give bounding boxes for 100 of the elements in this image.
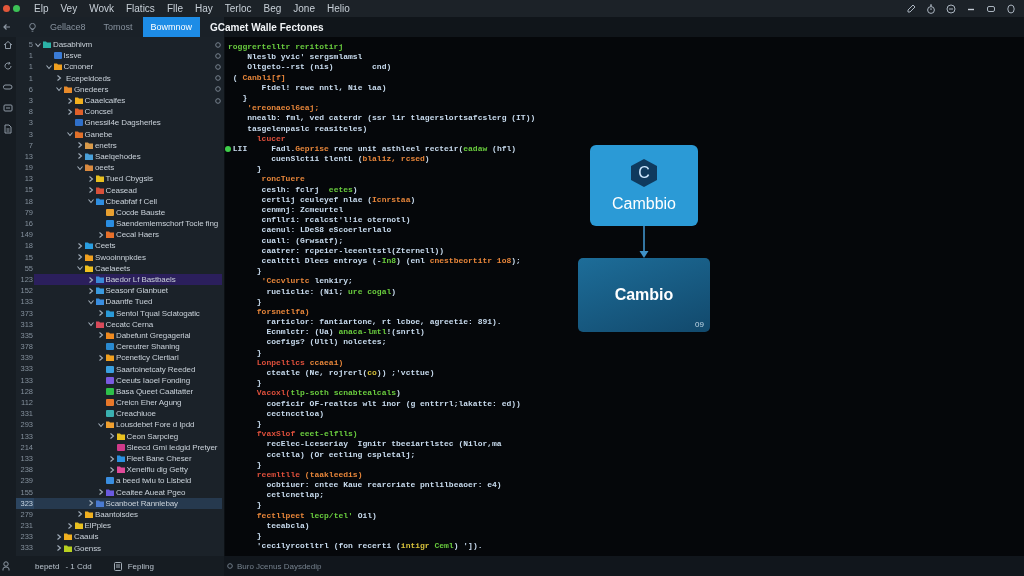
chevron-icon[interactable] bbox=[45, 63, 52, 70]
card-icon[interactable] bbox=[3, 103, 13, 113]
chevron-icon[interactable] bbox=[108, 433, 115, 440]
tree-item[interactable]: Swooinnpkdes bbox=[34, 251, 222, 263]
tree-item[interactable]: Seasonf Glanbuet bbox=[34, 285, 222, 297]
menu-item[interactable]: Beg bbox=[263, 2, 282, 15]
diagram-node[interactable]: C Cambbio bbox=[590, 145, 698, 226]
tab[interactable]: Gellace8 bbox=[42, 17, 94, 37]
chevron-icon[interactable] bbox=[77, 142, 83, 149]
diagram-node[interactable]: Cambio 09 bbox=[578, 258, 710, 332]
chevron-icon[interactable] bbox=[87, 287, 94, 294]
tree-item[interactable]: Scanboet Rannlebay bbox=[34, 497, 222, 509]
chevron-icon[interactable] bbox=[98, 354, 104, 361]
tree-item[interactable]: enetrs bbox=[34, 139, 222, 151]
menu-item[interactable]: Wovk bbox=[89, 2, 114, 15]
chevron-icon[interactable] bbox=[77, 164, 83, 171]
tree-item[interactable]: Goenss bbox=[34, 542, 222, 554]
chevron-icon[interactable] bbox=[87, 276, 94, 283]
pill-icon[interactable] bbox=[3, 82, 13, 92]
chevron-icon[interactable] bbox=[77, 254, 83, 261]
tree-item[interactable]: Cecatc Cerna bbox=[34, 318, 222, 330]
tree-item[interactable]: Baantoisdes bbox=[34, 508, 222, 521]
tree-item[interactable]: Sentol Tqual Sclatogatic bbox=[34, 307, 222, 319]
chevron-icon[interactable] bbox=[56, 75, 62, 82]
chevron-icon[interactable] bbox=[66, 97, 73, 104]
chevron-icon[interactable] bbox=[87, 321, 94, 328]
brush-icon[interactable] bbox=[906, 3, 916, 14]
tree-item[interactable]: Caaelcaifes bbox=[34, 94, 222, 107]
back-arrow-icon[interactable] bbox=[3, 23, 11, 31]
tree-item[interactable]: Caelaeets bbox=[34, 262, 222, 274]
menu-item[interactable]: Elp bbox=[34, 2, 49, 15]
tree-item[interactable]: Baedor Lf Bastbaels bbox=[34, 273, 222, 286]
tree-item[interactable]: oeets bbox=[34, 162, 222, 174]
circle-icon[interactable] bbox=[1006, 3, 1016, 14]
chevron-icon[interactable] bbox=[98, 231, 104, 238]
tree-item[interactable]: Saendemlemschorf Tocle fing bbox=[34, 218, 222, 230]
tab[interactable]: Bowmnow bbox=[142, 17, 201, 37]
chevron-icon[interactable] bbox=[98, 310, 104, 317]
tree-item[interactable]: Basa Queet Caaltatter bbox=[34, 385, 222, 397]
chevron-icon[interactable] bbox=[87, 187, 94, 194]
stopwatch-icon[interactable] bbox=[926, 3, 936, 14]
tree-item[interactable]: Cocde Bauste bbox=[34, 206, 222, 218]
tree-item[interactable]: Ceasead bbox=[34, 184, 222, 196]
tree-item[interactable]: Issve bbox=[34, 50, 222, 62]
minus-circle-icon[interactable] bbox=[946, 3, 956, 14]
document-icon[interactable] bbox=[3, 124, 13, 134]
tree-item[interactable]: Caauis bbox=[34, 531, 222, 543]
tree-item[interactable]: Cecal Haers bbox=[34, 229, 222, 241]
chevron-icon[interactable] bbox=[87, 175, 94, 182]
tree-item[interactable]: a beed twiu to Llsbeld bbox=[34, 475, 222, 487]
menu-item[interactable]: Flatics bbox=[125, 2, 155, 15]
tree-item[interactable]: Creachiuoe bbox=[34, 408, 222, 420]
chevron-icon[interactable] bbox=[56, 533, 62, 540]
tree-item[interactable]: Ceaitee Aueat Pgeo bbox=[34, 486, 222, 498]
tree-item[interactable]: Ceon Sarpcieg bbox=[34, 430, 222, 442]
tree-item[interactable]: Creicn Eher Agung bbox=[34, 397, 222, 409]
chevron-icon[interactable] bbox=[77, 511, 83, 518]
tree-item[interactable]: Cereutrer Shaning bbox=[34, 341, 222, 353]
close-button[interactable] bbox=[3, 5, 10, 12]
tree-item[interactable]: Pcenetlcy Clertiarl bbox=[34, 352, 222, 364]
person-icon[interactable] bbox=[2, 561, 10, 571]
tree-item[interactable]: Dabefunt Gregagerial bbox=[34, 329, 222, 342]
chevron-icon[interactable] bbox=[56, 545, 62, 552]
zoom-button[interactable] bbox=[13, 5, 20, 12]
tree-item[interactable]: Ccnoner bbox=[34, 61, 222, 73]
tree-item[interactable]: Tued Cbygsis bbox=[34, 173, 222, 185]
refresh-icon[interactable] bbox=[3, 61, 13, 71]
bulb-icon[interactable] bbox=[29, 22, 36, 32]
tree-item[interactable]: Dasabhivm bbox=[34, 39, 222, 51]
tree-item[interactable]: Lousdebet Fore d Ipdd bbox=[34, 419, 222, 431]
chevron-icon[interactable] bbox=[77, 242, 83, 249]
maximize-icon[interactable] bbox=[986, 3, 996, 14]
chevron-icon[interactable] bbox=[87, 298, 94, 305]
breakpoint-icon[interactable] bbox=[225, 145, 231, 152]
tree-item[interactable]: Concsel bbox=[34, 106, 222, 118]
chevron-icon[interactable] bbox=[98, 421, 104, 428]
chevron-icon[interactable] bbox=[66, 108, 73, 115]
chevron-icon[interactable] bbox=[87, 500, 94, 507]
chevron-icon[interactable] bbox=[77, 153, 83, 160]
menu-item[interactable]: Hay bbox=[195, 2, 213, 15]
tree-item[interactable]: Saartoinetcaty Reeded bbox=[34, 363, 222, 375]
tree-item[interactable]: Fleet Bane Cheser bbox=[34, 452, 222, 465]
tree-item[interactable]: Gnessil4e Dagsherles bbox=[34, 117, 222, 129]
tree-item[interactable]: Xeneifiu dig Getty bbox=[34, 464, 222, 476]
tree-item[interactable]: Cbeabfaf f Cell bbox=[34, 195, 222, 207]
menu-item[interactable]: Flle bbox=[166, 2, 183, 15]
tree-item[interactable]: Saelqehodes bbox=[34, 150, 222, 163]
chevron-icon[interactable] bbox=[108, 466, 115, 473]
tree-item[interactable]: Ceeuts Iaoel Fonding bbox=[34, 374, 222, 386]
menu-item[interactable]: Vey bbox=[60, 2, 78, 15]
chevron-icon[interactable] bbox=[108, 455, 115, 462]
chevron-icon[interactable] bbox=[98, 332, 104, 339]
tree-item[interactable]: Daantfe Tued bbox=[34, 296, 222, 308]
tree-item[interactable]: Sleecd Gmi Iedgid Pretyer bbox=[34, 441, 222, 453]
tree-item[interactable]: Ceets bbox=[34, 240, 222, 252]
tab[interactable]: Tomost bbox=[95, 17, 141, 37]
chevron-icon[interactable] bbox=[66, 131, 73, 138]
tree-item[interactable]: ElPples bbox=[34, 520, 222, 532]
chevron-icon[interactable] bbox=[66, 522, 73, 529]
menu-item[interactable]: Terloc bbox=[224, 2, 252, 15]
